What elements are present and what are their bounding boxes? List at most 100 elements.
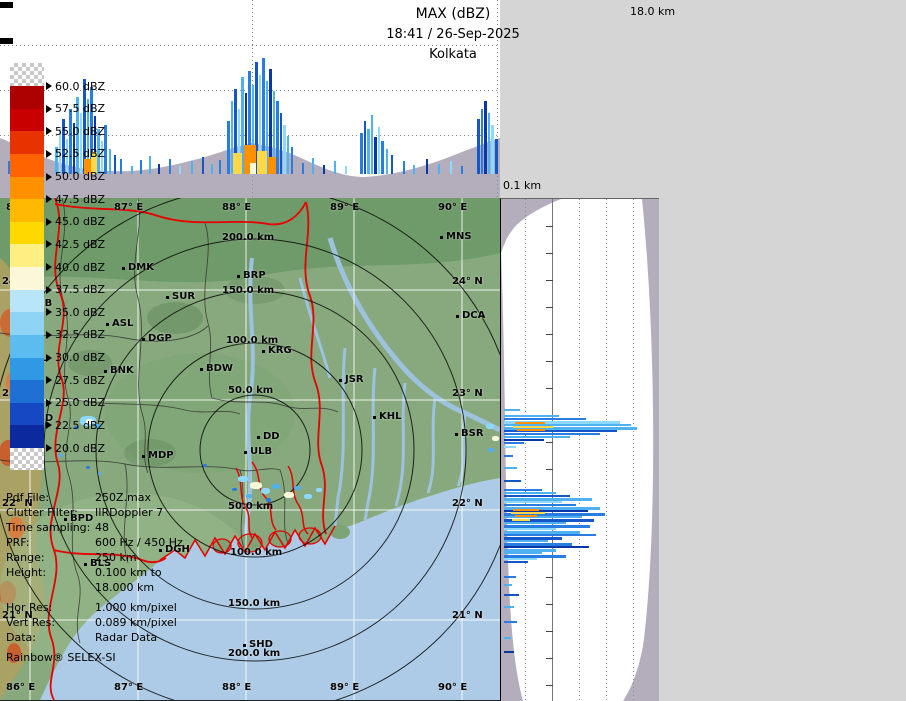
info-row-label: Height:: [6, 566, 47, 579]
echo-row: [504, 606, 514, 608]
echo-row: [504, 594, 519, 596]
echo-row: [517, 429, 545, 431]
info-row-label: Hor Res:: [6, 601, 53, 614]
echo-row: [504, 534, 596, 536]
echo-row: [504, 540, 548, 542]
echo-column: [227, 121, 230, 174]
software-name: Rainbow® SELEX-SI: [6, 651, 116, 664]
echo-row: [504, 546, 589, 548]
info-row-value: 0.100 km to: [95, 566, 162, 579]
echo-column: [438, 164, 440, 174]
range-ring-label: 200.0 km: [222, 232, 275, 243]
echo-column: [323, 165, 325, 174]
info-row-label: Data:: [6, 631, 36, 644]
station-label: BDW: [206, 363, 233, 374]
echo-row: [504, 528, 556, 530]
station-marker-dot: [243, 644, 246, 647]
echo-row: [512, 519, 530, 521]
echo-row: [504, 561, 528, 563]
info-row-value: 250 km: [95, 551, 137, 564]
station-label: ULB: [250, 446, 273, 457]
echo-column: [386, 149, 388, 174]
station-marker-dot: [440, 236, 443, 239]
echo-column: [283, 125, 286, 174]
radar-display: 18.0 km 0.1 km MNS DMK BRP SUR DCA ASL D…: [0, 0, 906, 701]
echo-column: [481, 109, 483, 174]
echo-column: [378, 127, 380, 174]
side-xsec-echo-layer: [501, 199, 659, 701]
station-label: BSR: [461, 428, 484, 439]
echo-column: [312, 158, 314, 174]
echo-row: [504, 552, 542, 554]
echo-column: [250, 163, 256, 174]
echo-column: [268, 157, 276, 174]
info-row-value: 250Z.max: [95, 491, 151, 504]
range-ring-label: 100.0 km: [226, 335, 279, 346]
range-ring-label: 50.0 km: [228, 501, 274, 512]
echo-column: [371, 115, 373, 174]
echo-row: [515, 515, 537, 517]
echo-row: [504, 651, 514, 653]
range-ring-label: 150.0 km: [222, 285, 275, 296]
echo-row: [504, 558, 537, 560]
station-label: KHL: [379, 411, 402, 422]
echo-column: [257, 151, 267, 174]
echo-row: [504, 439, 544, 441]
echo-row: [513, 509, 539, 511]
echo-column: [484, 101, 487, 174]
echo-row: [504, 495, 570, 497]
info-row-value: 48: [95, 521, 109, 534]
echo-column: [477, 119, 480, 174]
echo-column: [364, 121, 366, 174]
station-label: DCA: [462, 310, 486, 321]
echo-column: [488, 113, 490, 174]
echo-column: [426, 159, 428, 174]
echo-column: [345, 166, 347, 174]
echo-column: [233, 153, 242, 174]
height-axis-min-label: 0.1 km: [503, 179, 542, 192]
station-label: JSR: [345, 374, 364, 385]
echo-row: [504, 433, 600, 435]
echo-column: [450, 161, 452, 174]
range-ring-label: 100.0 km: [230, 547, 283, 558]
echo-column: [413, 165, 415, 174]
info-row-value: 18.000 km: [95, 581, 155, 594]
range-ring-label: 50.0 km: [228, 385, 274, 396]
echo-column: [334, 161, 336, 174]
echo-row: [504, 442, 524, 444]
echo-row: [504, 584, 512, 586]
echo-row: [504, 436, 570, 438]
echo-column: [219, 160, 221, 174]
info-row-label: Time sampling:: [6, 521, 91, 534]
echo-column: [276, 101, 279, 174]
station-marker-dot: [262, 350, 265, 353]
echo-row: [504, 576, 516, 578]
station-marker-dot: [237, 275, 240, 278]
info-row-value: 1.000 km/pixel: [95, 601, 177, 614]
station-label: MNS: [446, 231, 472, 242]
legend-panel: MAX (dBZ) 18:41 / 26-Sep-2025 Kolkata 60…: [0, 0, 520, 700]
echo-row: [515, 422, 545, 424]
echo-row: [513, 426, 553, 428]
info-row-value: Radar Data: [95, 631, 158, 644]
info-row-label: Vert Res:: [6, 616, 56, 629]
latitude-label-right: 22° N: [452, 498, 483, 509]
echo-row: [504, 480, 521, 482]
info-row-value: IIRDoppler 7: [95, 506, 164, 519]
echo-row: [504, 504, 576, 506]
latitude-label-right: 23° N: [452, 388, 483, 399]
echo-row: [504, 467, 517, 469]
echo-row: [504, 522, 566, 524]
echo-column: [211, 164, 213, 174]
longitude-label-bottom: 90° E: [438, 682, 468, 693]
station-marker-dot: [244, 451, 247, 454]
station-marker-dot: [455, 433, 458, 436]
longitude-label-bottom: 89° E: [330, 682, 360, 693]
info-row-label: Clutter Filter:: [6, 506, 78, 519]
echo-row: [504, 418, 586, 420]
echo-row: [504, 637, 511, 639]
echo-column: [491, 125, 494, 174]
echo-column: [302, 163, 304, 174]
station-marker-dot: [373, 416, 376, 419]
latitude-label-right: 21° N: [452, 610, 483, 621]
